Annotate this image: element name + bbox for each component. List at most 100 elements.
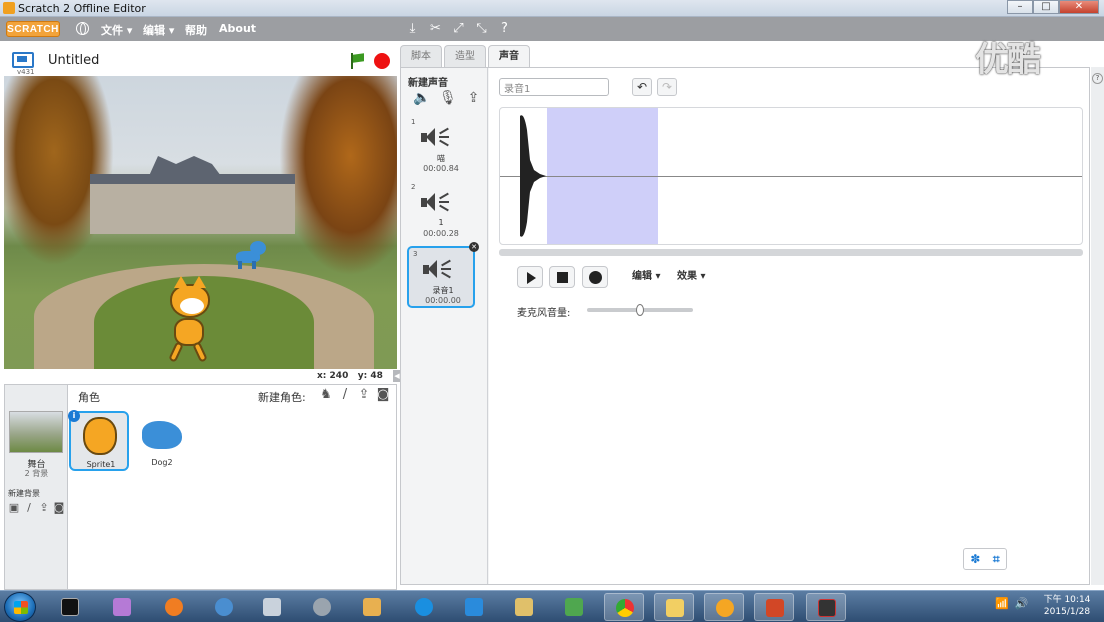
stop-sign-icon[interactable]	[374, 53, 390, 69]
taskbar-chrome[interactable]	[604, 593, 644, 621]
scratch-logo[interactable]: SCRATCH	[6, 21, 60, 37]
taskbar-recorder[interactable]	[806, 593, 846, 621]
taskbar-app-6[interactable]	[302, 593, 342, 621]
menu-file[interactable]: 文件 ▾	[101, 22, 132, 38]
speaker-icon	[421, 126, 455, 148]
tab-scripts[interactable]: 脚本	[400, 45, 442, 67]
menu-help[interactable]: 帮助	[185, 22, 207, 38]
effects-dropdown[interactable]: 效果 ▾	[677, 267, 706, 282]
crop-icon[interactable]: ⌗	[993, 552, 1000, 567]
tab-sounds[interactable]: 声音	[488, 45, 530, 68]
sound-item[interactable]: 1 喵 00:00.84	[407, 116, 475, 178]
maximize-button[interactable]: □	[1033, 0, 1059, 14]
right-strip: ?	[1091, 67, 1104, 585]
sound-item[interactable]: 2 1 00:00.28	[407, 181, 475, 243]
slider-knob[interactable]	[636, 304, 644, 316]
scratch-app-icon	[3, 2, 15, 14]
sound-duration: 00:00.28	[423, 229, 459, 238]
upload-sound-icon[interactable]: ⇪	[465, 90, 482, 107]
taskbar-paint[interactable]	[352, 593, 392, 621]
sprite-library-icon[interactable]: ♞	[319, 388, 333, 402]
taskbar-baidu[interactable]	[454, 593, 494, 621]
grow-tool-icon[interactable]: ⤢	[451, 21, 466, 36]
upload-backdrop-icon[interactable]: ⇪	[38, 502, 50, 513]
language-globe-icon[interactable]	[76, 22, 89, 35]
sound-duration: 00:00.84	[423, 164, 459, 173]
waveform-scrollbar[interactable]	[499, 249, 1083, 256]
stage-column: 舞台 2 背景 新建背景 ▣ / ⇪ ◙	[5, 385, 68, 589]
sprite-name: Sprite1	[86, 460, 116, 469]
taskbar-scratch[interactable]	[704, 593, 744, 621]
taskbar-app-10[interactable]	[504, 593, 544, 621]
taskbar-explorer[interactable]	[654, 593, 694, 621]
backdrop-tree-left	[4, 76, 114, 266]
delete-sound-icon[interactable]: ✕	[469, 242, 479, 252]
menu-about[interactable]: About	[219, 22, 256, 35]
project-title[interactable]: Untitled	[48, 53, 99, 68]
wifi-icon[interactable]: 📶	[995, 597, 1009, 610]
waveform-view[interactable]	[499, 107, 1083, 245]
dog-sprite[interactable]	[232, 241, 268, 269]
tab-costumes[interactable]: 造型	[444, 45, 486, 67]
paint-sprite-icon[interactable]: /	[338, 388, 352, 402]
sprite-header: 角色 新建角色: ♞ / ⇪ ◙	[69, 385, 396, 407]
window-title: Scratch 2 Offline Editor	[18, 2, 146, 15]
version-label: v431	[17, 68, 35, 76]
camera-sprite-icon[interactable]: ◙	[376, 388, 390, 402]
sound-name: 录音1	[432, 286, 454, 295]
redo-button[interactable]: ↷	[657, 78, 677, 96]
edit-dropdown[interactable]: 编辑 ▾	[632, 267, 661, 282]
taskbar-app-3[interactable]	[154, 593, 194, 621]
stage-canvas[interactable]	[4, 76, 397, 369]
green-flag-icon[interactable]	[350, 53, 366, 69]
camera-backdrop-icon[interactable]: ◙	[53, 502, 65, 513]
stop-button[interactable]	[549, 266, 575, 288]
sound-item-selected[interactable]: ✕ 3 录音1 00:00.00	[407, 242, 479, 308]
taskbar-app-11[interactable]	[554, 593, 594, 621]
taskbar-app-8[interactable]	[404, 593, 444, 621]
sprite-tile-sprite1[interactable]: i Sprite1	[68, 410, 129, 471]
speaker-icon	[423, 258, 457, 280]
taskbar: 📶 🔊 下午 10:14 2015/1/28	[0, 590, 1104, 622]
upload-sprite-icon[interactable]: ⇪	[357, 388, 371, 402]
shrink-tool-icon[interactable]: ⤡	[474, 21, 489, 36]
delete-tool-icon[interactable]: ✂	[428, 21, 443, 36]
sprite-tile-dog2[interactable]: Dog2	[132, 411, 192, 471]
sound-name: 1	[438, 218, 444, 227]
sound-name-input[interactable]	[499, 78, 609, 96]
mic-volume-slider[interactable]	[587, 304, 693, 316]
sprite-name: Dog2	[151, 458, 173, 467]
duplicate-tool-icon[interactable]: ⤓	[405, 21, 420, 36]
taskbar-calculator[interactable]	[252, 593, 292, 621]
fullscreen-icon[interactable]	[12, 52, 34, 68]
taskbar-powerpoint[interactable]	[754, 593, 794, 621]
taskbar-app-4[interactable]	[204, 593, 244, 621]
paint-backdrop-icon[interactable]: /	[23, 502, 35, 513]
undo-button[interactable]: ↶	[632, 78, 652, 96]
backdrop-library-icon[interactable]: ▣	[8, 502, 20, 513]
info-icon[interactable]: i	[68, 410, 80, 422]
new-backdrop-label: 新建背景	[8, 489, 40, 498]
sound-edit-area: ↶ ↷ 编辑 ▾ 效果 ▾ 麦克风音量: ✽ ⌗	[489, 68, 1089, 584]
sound-library-icon[interactable]: 🔈	[413, 90, 430, 107]
menu-edit[interactable]: 编辑 ▾	[143, 22, 174, 38]
waveform-axis	[500, 176, 1082, 177]
paw-icon[interactable]: ✽	[970, 552, 980, 566]
stage-thumbnail[interactable]	[9, 411, 63, 453]
help-tool-icon[interactable]: ?	[497, 21, 512, 36]
help-tips-icon[interactable]: ?	[1092, 73, 1103, 84]
taskbar-app-2[interactable]	[102, 593, 142, 621]
taskbar-clock[interactable]: 下午 10:14 2015/1/28	[1038, 594, 1096, 618]
record-button[interactable]	[582, 266, 608, 288]
backdrop-castle	[90, 174, 295, 234]
stage-header: v431 Untitled	[4, 46, 397, 76]
close-button[interactable]: ✕	[1059, 0, 1099, 14]
cat-sprite[interactable]	[156, 276, 220, 364]
editor-tabs: 脚本 造型 声音	[400, 45, 532, 68]
speaker-tray-icon[interactable]: 🔊	[1015, 597, 1029, 610]
minimize-button[interactable]: –	[1007, 0, 1033, 14]
play-button[interactable]	[517, 266, 543, 288]
record-sound-icon[interactable]: 🎙	[439, 90, 457, 107]
start-button[interactable]	[4, 592, 36, 622]
taskbar-cmd[interactable]	[50, 593, 90, 621]
